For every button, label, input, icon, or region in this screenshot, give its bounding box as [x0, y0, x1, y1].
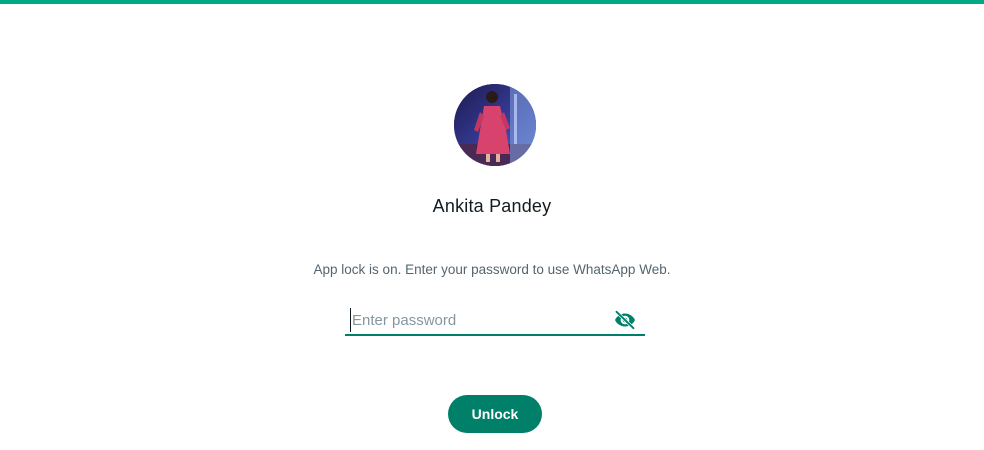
profile-name: Ankita Pandey: [432, 196, 552, 216]
avatar: [454, 84, 536, 166]
unlock-button[interactable]: Unlock: [448, 395, 542, 433]
password-field: [345, 306, 645, 336]
eye-off-icon[interactable]: [613, 308, 637, 332]
password-input[interactable]: [350, 308, 607, 332]
app-lock-message: App lock is on. Enter your password to u…: [313, 262, 671, 277]
avatar-photo: [454, 84, 536, 166]
top-accent-bar: [0, 0, 984, 4]
